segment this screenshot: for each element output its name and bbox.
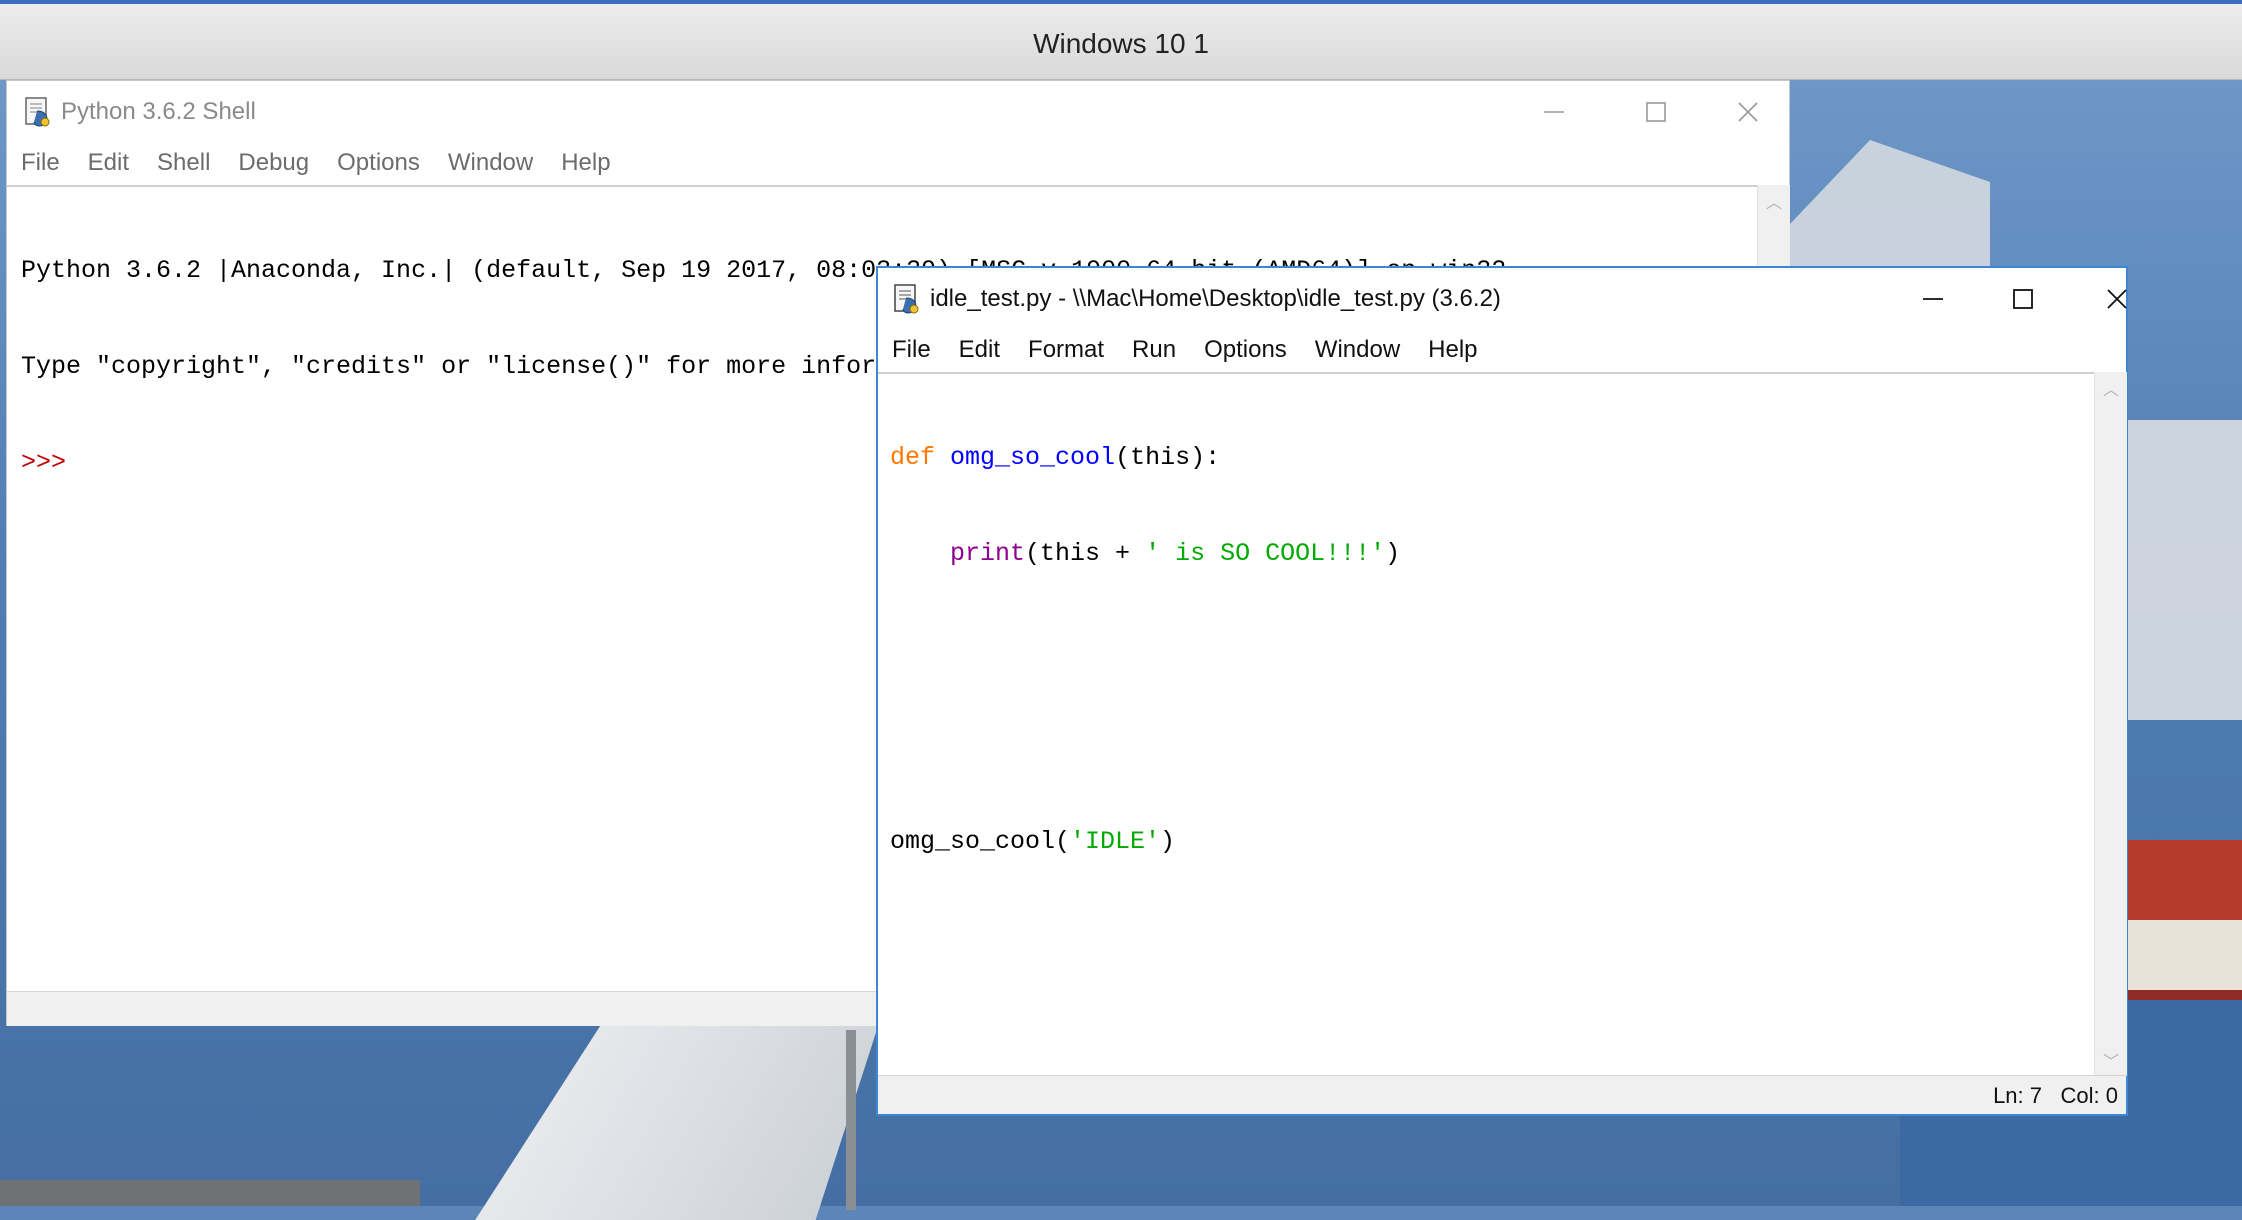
code-paren: ) xyxy=(1160,827,1176,856)
menu-options[interactable]: Options xyxy=(337,149,420,177)
editor-window[interactable]: idle_test.py - \\Mac\Home\Desktop\idle_t… xyxy=(876,266,2128,1116)
close-button[interactable] xyxy=(1713,87,1783,137)
menu-window[interactable]: Window xyxy=(1315,336,1400,364)
status-line-number: Ln: 7 xyxy=(1993,1083,2042,1108)
function-name: omg_so_cool xyxy=(950,443,1116,472)
maximize-button[interactable] xyxy=(1621,87,1691,137)
idle-python-icon xyxy=(894,284,919,314)
code-paren: ) xyxy=(1385,539,1401,568)
menu-edit[interactable]: Edit xyxy=(88,149,129,177)
menu-edit[interactable]: Edit xyxy=(959,336,1000,364)
minimize-icon xyxy=(1923,298,1943,300)
string-literal: 'IDLE' xyxy=(1070,827,1161,856)
shell-titlebar[interactable]: Python 3.6.2 Shell xyxy=(7,81,1789,143)
maximize-button[interactable] xyxy=(1988,274,2058,324)
wallpaper-shore xyxy=(0,1180,420,1206)
keyword-def: def xyxy=(890,443,936,472)
wallpaper-container xyxy=(2128,840,2242,920)
close-icon xyxy=(2107,289,2127,309)
code-params: (this): xyxy=(1115,443,1221,472)
menu-run[interactable]: Run xyxy=(1132,336,1176,364)
editor-menubar: File Edit Format Run Options Window Help xyxy=(878,328,2126,372)
editor-code-area[interactable]: def omg_so_cool(this): print(this + ' is… xyxy=(878,372,2094,1076)
menu-format[interactable]: Format xyxy=(1028,336,1104,364)
menu-help[interactable]: Help xyxy=(561,149,610,177)
close-icon xyxy=(1738,102,1758,122)
maximize-icon xyxy=(1646,102,1666,122)
menu-debug[interactable]: Debug xyxy=(238,149,309,177)
editor-vertical-scrollbar[interactable]: ︿ ﹀ xyxy=(2094,372,2127,1076)
shell-menubar: File Edit Shell Debug Options Window Hel… xyxy=(7,141,1789,185)
close-button[interactable] xyxy=(2082,274,2152,324)
minimize-icon xyxy=(1544,111,1564,113)
minimize-button[interactable] xyxy=(1898,274,1968,324)
code-line-1: def omg_so_cool(this): xyxy=(890,442,2094,474)
editor-titlebar[interactable]: idle_test.py - \\Mac\Home\Desktop\idle_t… xyxy=(878,268,2127,330)
builtin-print: print xyxy=(950,539,1026,568)
code-line-2: print(this + ' is SO COOL!!!') xyxy=(890,538,2094,570)
function-call: omg_so_cool( xyxy=(890,827,1071,856)
menu-options[interactable]: Options xyxy=(1204,336,1287,364)
menu-shell[interactable]: Shell xyxy=(157,149,210,177)
string-literal: ' is SO COOL!!!' xyxy=(1145,539,1386,568)
editor-statusbar: Ln: 7 Col: 0 xyxy=(878,1075,2126,1114)
menu-window[interactable]: Window xyxy=(448,149,533,177)
menu-file[interactable]: File xyxy=(21,149,60,177)
wallpaper-crane-right xyxy=(2128,420,2242,720)
wallpaper-mast xyxy=(846,1030,856,1210)
menu-help[interactable]: Help xyxy=(1428,336,1477,364)
maximize-icon xyxy=(2013,289,2033,309)
menu-file[interactable]: File xyxy=(892,336,931,364)
vm-host-titlebar: Windows 10 1 xyxy=(0,0,2242,80)
idle-python-icon xyxy=(25,97,50,127)
scroll-down-icon[interactable]: ﹀ xyxy=(2095,1048,2127,1072)
minimize-button[interactable] xyxy=(1519,87,1589,137)
vm-host-title: Windows 10 1 xyxy=(1033,28,1209,59)
wallpaper-container xyxy=(2128,920,2242,990)
scroll-up-icon[interactable]: ︿ xyxy=(1758,189,1790,213)
status-column-number: Col: 0 xyxy=(2060,1083,2118,1108)
editor-window-title: idle_test.py - \\Mac\Home\Desktop\idle_t… xyxy=(930,285,1501,312)
code-line-5: omg_so_cool('IDLE') xyxy=(890,826,2094,858)
shell-window-title: Python 3.6.2 Shell xyxy=(61,98,256,125)
scroll-up-icon[interactable]: ︿ xyxy=(2095,376,2127,400)
code-expression: (this + xyxy=(1025,539,1146,568)
